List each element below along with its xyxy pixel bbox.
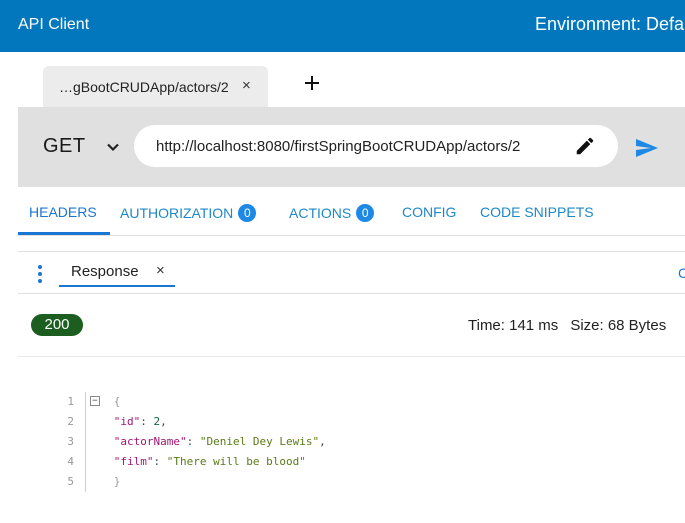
close-brace: } (113, 475, 121, 488)
tab-code-snippets[interactable]: CODE SNIPPETS (480, 204, 594, 220)
request-tab-label: …gBootCRUDApp/actors/2 (59, 79, 229, 95)
status-badge: 200 (31, 314, 83, 336)
count-badge: 0 (356, 204, 375, 222)
request-options-tabs: HEADERS AUTHORIZATION 0 ACTIONS 0 CONFIG C… (18, 188, 685, 236)
chevron-down-icon[interactable] (106, 140, 120, 154)
line-number: 1 (67, 395, 74, 408)
json-sep: , (160, 415, 167, 428)
send-icon[interactable] (635, 137, 659, 159)
line-number: 2 (67, 415, 74, 428)
request-bar: GET http://localhost:8080/firstSpringBoo… (18, 107, 685, 187)
response-status-row: 200 Time: 141 ms Size: 68 Bytes (18, 294, 685, 357)
active-tab-indicator (18, 232, 110, 235)
active-tab-indicator (59, 285, 175, 287)
method-select[interactable]: GET (43, 135, 86, 158)
url-input[interactable]: http://localhost:8080/firstSpringBootCRU… (134, 125, 618, 167)
json-sep: , (319, 435, 326, 448)
tab-code-snippets-label: CODE SNIPPETS (480, 204, 594, 220)
tab-actions[interactable]: ACTIONS 0 (289, 204, 375, 222)
tab-config[interactable]: CONFIG (402, 204, 456, 220)
environment-selector[interactable]: Environment: Defa (535, 14, 684, 35)
json-value: "There will be blood" (166, 455, 306, 468)
tab-authorization-label: AUTHORIZATION (120, 205, 234, 221)
response-tab[interactable]: Response (71, 263, 139, 280)
json-key: "id" (113, 415, 141, 428)
response-size: Size: 68 Bytes (570, 317, 667, 334)
more-vert-icon[interactable] (38, 265, 42, 283)
close-icon[interactable]: × (156, 262, 165, 279)
count-badge: 0 (238, 204, 257, 222)
close-icon[interactable]: × (242, 77, 251, 94)
response-meta: Time: 141 ms Size: 68 Bytes (468, 317, 666, 334)
add-tab-icon[interactable] (302, 73, 322, 93)
request-tab[interactable]: …gBootCRUDApp/actors/2 × (43, 66, 268, 107)
tab-headers-label: HEADERS (29, 204, 97, 220)
code-line: 1 { (60, 392, 120, 412)
line-number: 4 (67, 455, 74, 468)
response-body[interactable]: − 1 { 2 "id": 2, 3 "actorName": "Deniel … (60, 392, 680, 496)
tab-config-label: CONFIG (402, 204, 457, 220)
tab-headers[interactable]: HEADERS (29, 204, 97, 220)
open-brace: { (113, 395, 121, 408)
response-time: Time: 141 ms (468, 317, 559, 334)
clipped-action[interactable]: C (678, 265, 685, 281)
tab-authorization[interactable]: AUTHORIZATION 0 (120, 204, 257, 222)
tab-actions-label: ACTIONS (289, 205, 352, 221)
code-line: 5 } (60, 472, 120, 492)
request-tab-strip: …gBootCRUDApp/actors/2 × (0, 52, 685, 107)
code-line: 4 "film": "There will be blood" (60, 452, 306, 472)
line-number: 5 (67, 475, 74, 488)
line-number: 3 (67, 435, 74, 448)
app-title: API Client (18, 16, 90, 33)
edit-pencil-icon[interactable] (574, 135, 596, 157)
json-value: "Deniel Dey Lewis" (199, 435, 320, 448)
response-tab-bar: Response × C (18, 251, 685, 294)
code-line: 2 "id": 2, (60, 412, 167, 432)
url-text: http://localhost:8080/firstSpringBootCRU… (156, 138, 521, 155)
code-line: 3 "actorName": "Deniel Dey Lewis", (60, 432, 326, 452)
json-key: "film" (113, 455, 154, 468)
app-header: API Client Environment: Defa (0, 0, 685, 52)
json-key: "actorName" (113, 435, 187, 448)
